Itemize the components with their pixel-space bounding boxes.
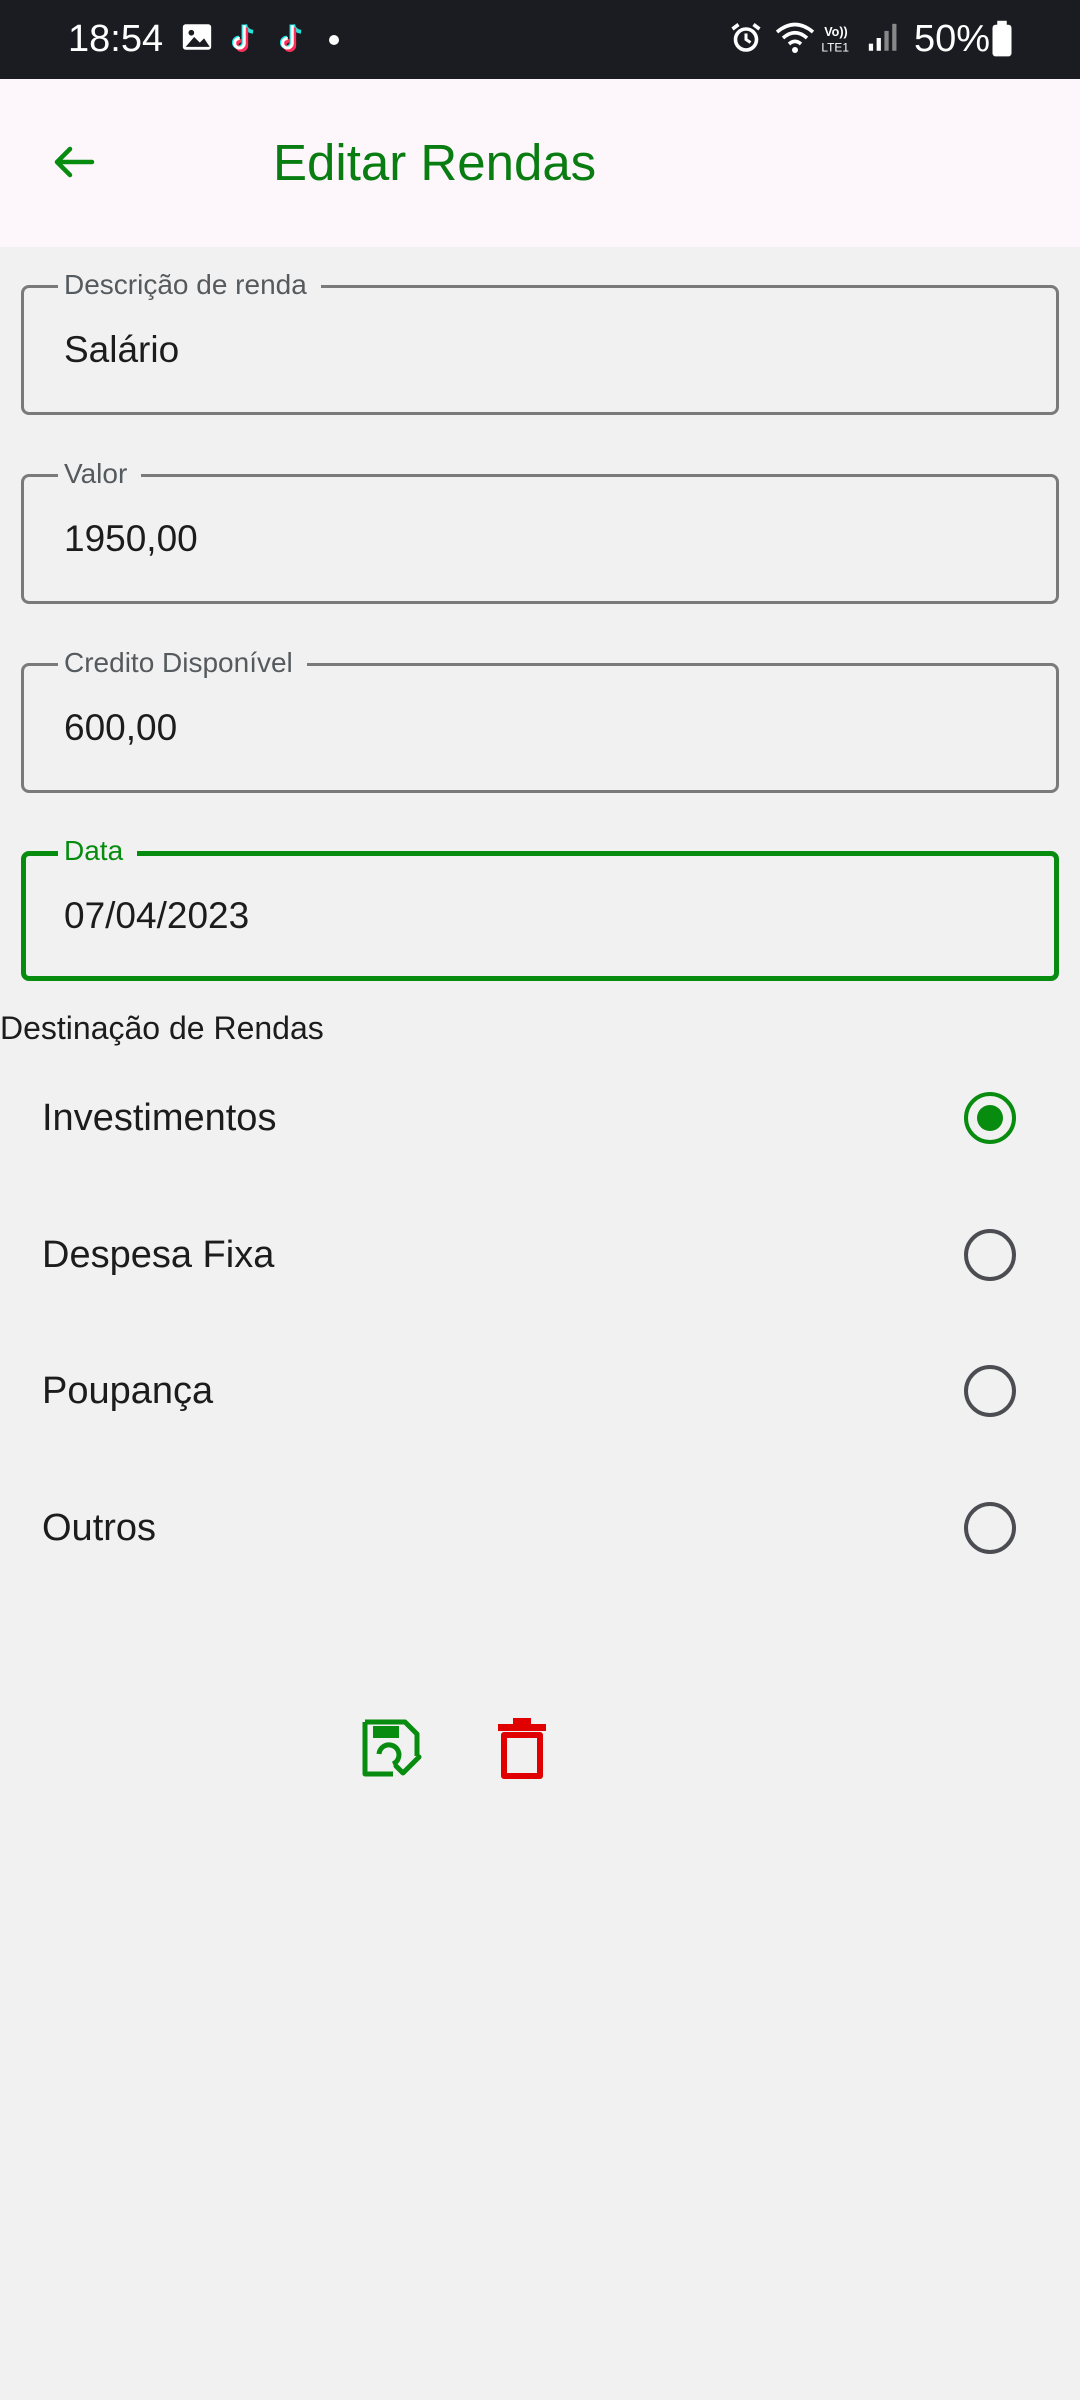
radio-button-checked[interactable]: [964, 1092, 1016, 1144]
description-field[interactable]: Descrição de renda Salário: [21, 268, 1059, 415]
credit-value: 600,00: [64, 707, 178, 748]
battery-percentage: 50%: [914, 18, 991, 60]
arrow-left-icon: [52, 145, 96, 184]
tiktok-icon: [224, 20, 260, 61]
delete-button[interactable]: [482, 1710, 562, 1790]
tiktok-icon: [272, 20, 308, 61]
page-title: Editar Rendas: [273, 134, 597, 191]
status-bar: 18:54 Vo)) LTE1 50%: [0, 0, 1080, 79]
save-icon: [359, 1716, 423, 1785]
radio-button[interactable]: [964, 1229, 1016, 1281]
value-field[interactable]: Valor 1950,00: [21, 457, 1059, 604]
date-field[interactable]: Data 07/04/2023: [21, 834, 1059, 981]
save-button[interactable]: [351, 1710, 431, 1790]
radio-button[interactable]: [964, 1502, 1016, 1554]
svg-text:Vo)): Vo)): [824, 25, 848, 39]
radio-button[interactable]: [964, 1365, 1016, 1417]
destination-label: Destinação de Rendas: [0, 1010, 324, 1046]
value-value: 1950,00: [64, 518, 198, 559]
svg-text:LTE1: LTE1: [821, 41, 849, 55]
credit-label: Credito Disponível: [58, 646, 307, 680]
radio-label: Investimentos: [42, 1097, 277, 1139]
value-label: Valor: [58, 457, 142, 491]
radio-option-investimentos[interactable]: Investimentos: [0, 1063, 1080, 1173]
date-value: 07/04/2023: [64, 895, 250, 936]
radio-label: Outros: [42, 1507, 157, 1549]
trash-icon: [494, 1716, 550, 1785]
radio-option-outros[interactable]: Outros: [0, 1473, 1080, 1583]
description-value: Salário: [64, 329, 180, 370]
radio-option-poupanca[interactable]: Poupança: [0, 1336, 1080, 1446]
credit-field[interactable]: Credito Disponível 600,00: [21, 646, 1059, 793]
back-button[interactable]: [34, 124, 114, 204]
volte-icon: Vo)) LTE1: [820, 22, 862, 61]
radio-option-despesa-fixa[interactable]: Despesa Fixa: [0, 1200, 1080, 1310]
gallery-icon: [180, 20, 214, 59]
app-bar: Editar Rendas: [0, 79, 1080, 247]
description-label: Descrição de renda: [58, 268, 321, 302]
radio-label: Poupança: [42, 1370, 214, 1412]
signal-icon: [866, 20, 900, 61]
alarm-icon: [728, 20, 764, 61]
status-time: 18:54: [68, 18, 164, 60]
wifi-icon: [774, 20, 816, 61]
battery-icon: [990, 20, 1014, 63]
notification-dot: [329, 35, 339, 45]
date-label: Data: [58, 834, 138, 868]
radio-label: Despesa Fixa: [42, 1234, 275, 1276]
